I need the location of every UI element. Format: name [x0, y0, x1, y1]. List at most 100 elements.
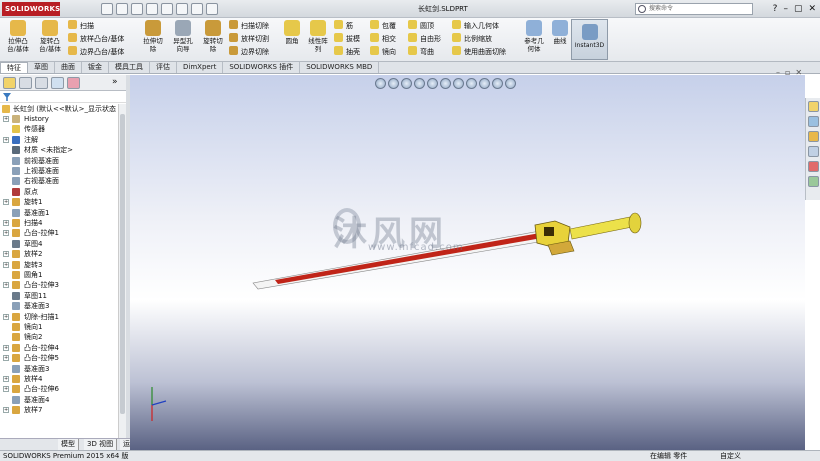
rib-button[interactable]: 筋: [334, 20, 353, 31]
section-view-icon[interactable]: [414, 78, 425, 89]
curves-button[interactable]: 曲线: [550, 20, 570, 45]
select-icon[interactable]: [176, 3, 188, 15]
expand-toggle-icon[interactable]: +: [3, 386, 9, 393]
dimxpert-manager-tab-icon[interactable]: [51, 77, 64, 89]
revolve-cut-button[interactable]: 旋转切 除: [199, 20, 227, 53]
view-orientation-icon[interactable]: [440, 78, 451, 89]
maximize-icon[interactable]: ▢: [794, 3, 803, 15]
tab-model[interactable]: 模型: [58, 439, 79, 450]
tab-addins[interactable]: SOLIDWORKS 插件: [223, 62, 301, 73]
view-palette-icon[interactable]: [808, 146, 819, 157]
boundary-boss-button[interactable]: 边界凸台/基体: [68, 46, 124, 57]
previous-view-icon[interactable]: [401, 78, 412, 89]
dome-button[interactable]: 圆顶: [408, 20, 434, 31]
expand-toggle-icon[interactable]: +: [3, 199, 9, 206]
apply-scene-icon[interactable]: [492, 78, 503, 89]
options-icon[interactable]: [206, 3, 218, 15]
graphics-area[interactable]: [130, 75, 805, 450]
minimize-icon[interactable]: –: [783, 3, 788, 15]
view-settings-icon[interactable]: [505, 78, 516, 89]
solidworks-logo[interactable]: SOLIDWORKS: [2, 2, 60, 16]
expand-toggle-icon[interactable]: +: [3, 376, 9, 382]
appearances-icon[interactable]: [808, 161, 819, 172]
imported-geometry-button[interactable]: 输入几何体: [452, 20, 499, 31]
expand-toggle-icon[interactable]: +: [3, 230, 9, 237]
expand-toggle-icon[interactable]: +: [3, 116, 9, 122]
hide-show-items-icon[interactable]: [466, 78, 477, 89]
expand-toggle-icon[interactable]: +: [3, 407, 9, 414]
dynamic-annotation-icon[interactable]: [427, 78, 438, 89]
tab-sheet-metal[interactable]: 钣金: [82, 62, 109, 73]
viewport-minimize-icon[interactable]: –: [776, 68, 780, 77]
expand-toggle-icon[interactable]: +: [3, 261, 9, 268]
lofted-cut-button[interactable]: 放样切割: [229, 33, 269, 44]
sweep-button[interactable]: 扫描: [68, 20, 94, 31]
extrude-boss-button[interactable]: 拉伸凸 台/基体: [3, 20, 33, 53]
print-icon[interactable]: [146, 3, 158, 15]
flex-button[interactable]: 弯曲: [408, 46, 434, 57]
surface-cut-button[interactable]: 使用曲面切除: [452, 46, 506, 57]
tab-mbd[interactable]: SOLIDWORKS MBD: [300, 62, 380, 73]
mirror-button[interactable]: 镜向: [370, 46, 396, 57]
file-explorer-icon[interactable]: [808, 131, 819, 142]
sword-model[interactable]: [130, 75, 805, 450]
intersect-button[interactable]: 相交: [370, 33, 396, 44]
save-icon[interactable]: [131, 3, 143, 15]
tab-3d-views[interactable]: 3D 视图: [84, 439, 118, 450]
linear-pattern-button[interactable]: 线性阵 列: [304, 20, 332, 53]
expand-toggle-icon[interactable]: +: [3, 282, 9, 289]
hole-wizard-button[interactable]: 异型孔 向导: [169, 20, 197, 53]
expand-toggle-icon[interactable]: +: [3, 220, 9, 226]
status-units[interactable]: 自定义: [720, 451, 741, 461]
search-commands-input[interactable]: 搜索命令: [635, 3, 753, 15]
custom-properties-icon[interactable]: [808, 176, 819, 187]
edit-appearance-icon[interactable]: [479, 78, 490, 89]
instant3d-button[interactable]: Instant3D: [571, 19, 608, 60]
tab-surfaces[interactable]: 曲面: [55, 62, 82, 73]
filter-icon[interactable]: [3, 93, 11, 101]
tab-evaluate[interactable]: 评估: [150, 62, 177, 73]
rebuild-icon[interactable]: [191, 3, 203, 15]
expand-panel-icon[interactable]: »: [112, 77, 125, 89]
expand-toggle-icon[interactable]: +: [3, 344, 9, 351]
zoom-area-icon[interactable]: [388, 78, 399, 89]
tab-dimxpert[interactable]: DimXpert: [177, 62, 224, 73]
property-manager-tab-icon[interactable]: [19, 77, 32, 89]
expand-toggle-icon[interactable]: +: [3, 355, 9, 362]
undo-icon[interactable]: [161, 3, 173, 15]
tree-scroll-thumb[interactable]: [120, 114, 125, 414]
feature-tree-tab-icon[interactable]: [3, 77, 16, 89]
expand-toggle-icon[interactable]: +: [3, 313, 9, 320]
expand-toggle-icon[interactable]: +: [3, 136, 9, 143]
tab-sketch[interactable]: 草图: [28, 62, 55, 73]
wrap-button[interactable]: 包覆: [370, 20, 396, 31]
tab-features[interactable]: 特征: [0, 62, 28, 73]
configuration-manager-tab-icon[interactable]: [35, 77, 48, 89]
scale-button[interactable]: 比例缩放: [452, 33, 492, 44]
display-style-icon[interactable]: [453, 78, 464, 89]
help-icon[interactable]: ?: [773, 3, 778, 15]
swept-cut-button[interactable]: 扫描切除: [229, 20, 269, 31]
loft-boss-button[interactable]: 放样凸台/基体: [68, 33, 124, 44]
viewport-restore-icon[interactable]: ▫: [785, 68, 790, 77]
design-library-icon[interactable]: [808, 116, 819, 127]
fillet-button[interactable]: 圆角: [281, 20, 303, 45]
shell-icon: [334, 46, 343, 55]
shell-button[interactable]: 抽壳: [334, 46, 360, 57]
expand-toggle-icon[interactable]: +: [3, 251, 9, 258]
extrude-cut-button[interactable]: 拉伸切 除: [139, 20, 167, 53]
new-doc-icon[interactable]: [101, 3, 113, 15]
resources-icon[interactable]: [808, 101, 819, 112]
revolve-boss-button[interactable]: 旋转凸 台/基体: [35, 20, 65, 53]
zoom-to-fit-icon[interactable]: [375, 78, 386, 89]
open-doc-icon[interactable]: [116, 3, 128, 15]
viewport-close-icon[interactable]: ✕: [795, 68, 802, 77]
close-icon[interactable]: ✕: [808, 3, 816, 15]
tree-scrollbar[interactable]: [118, 104, 126, 438]
reference-geometry-button[interactable]: 参考几 何体: [519, 20, 549, 53]
draft-button[interactable]: 拔模: [334, 33, 360, 44]
boundary-cut-button[interactable]: 边界切除: [229, 46, 269, 57]
freeform-button[interactable]: 自由形: [408, 33, 441, 44]
display-manager-tab-icon[interactable]: [67, 77, 80, 89]
tab-mold-tools[interactable]: 模具工具: [109, 62, 150, 73]
